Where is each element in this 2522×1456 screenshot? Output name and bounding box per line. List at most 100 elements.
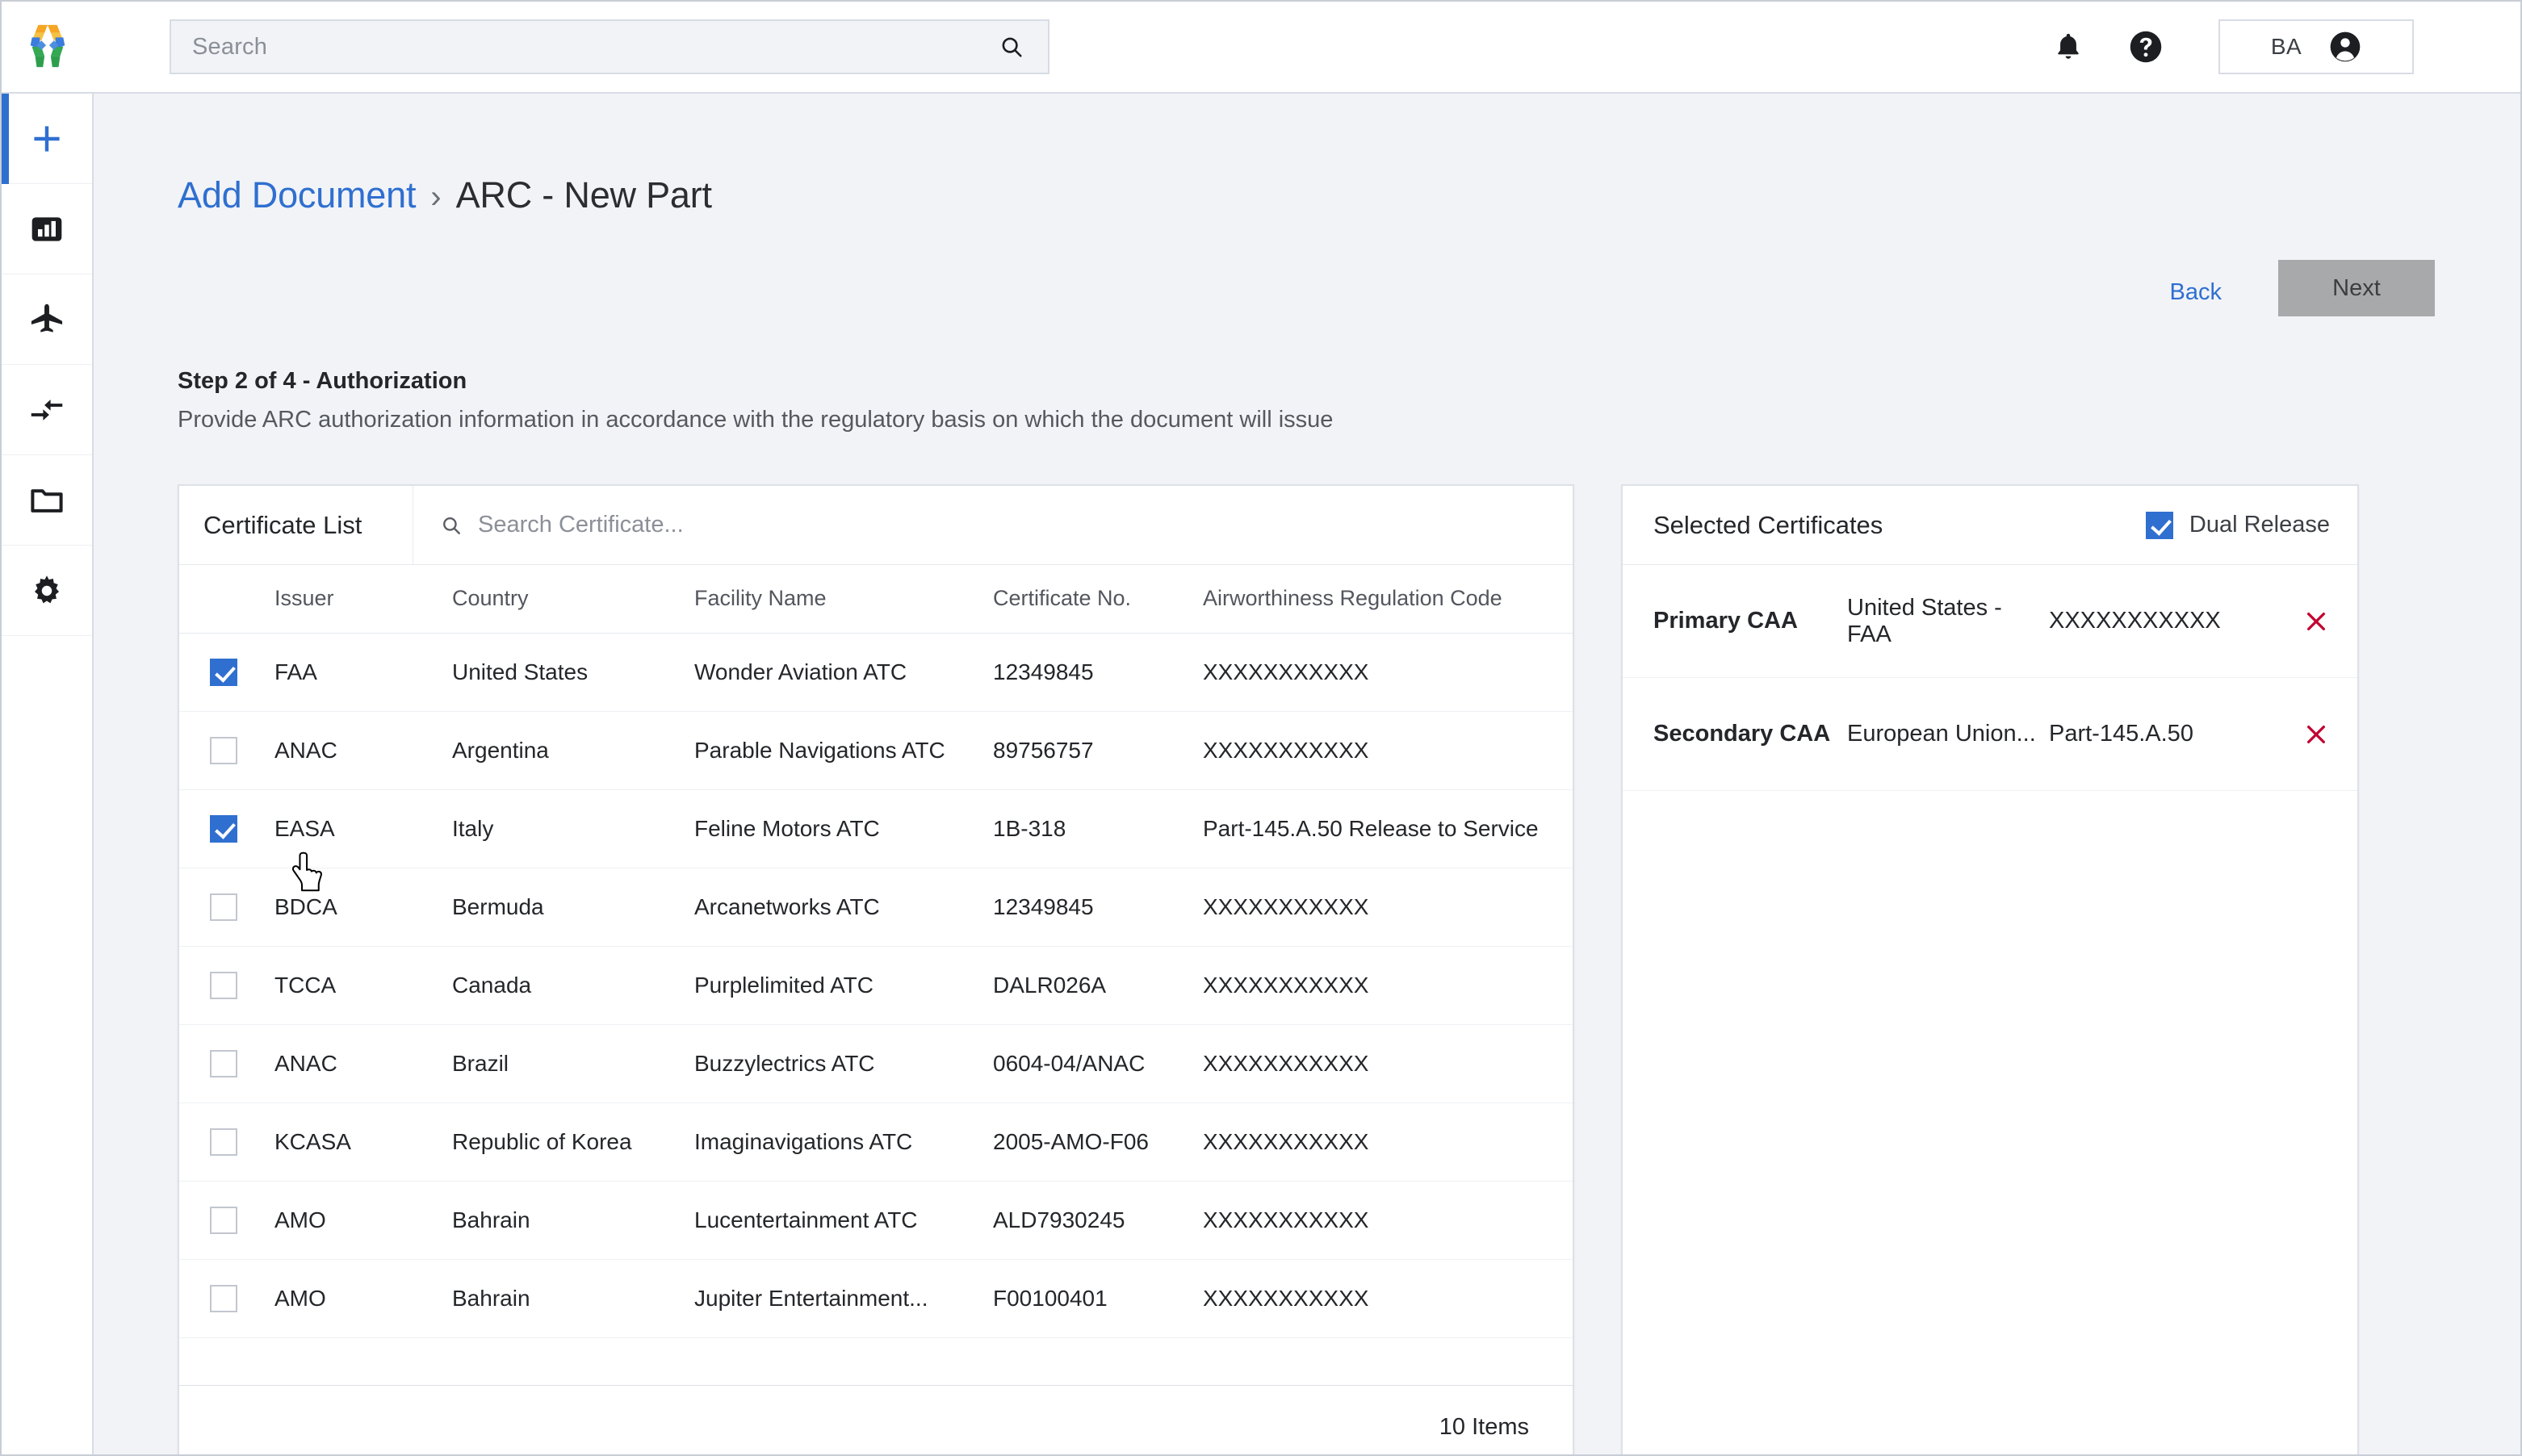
global-search[interactable]: Search xyxy=(170,19,1049,74)
row-checkbox[interactable] xyxy=(210,658,237,686)
notifications-button[interactable] xyxy=(2030,8,2107,86)
cell-facility-name: Parable Navigations ATC xyxy=(694,711,993,790)
user-menu[interactable]: BA xyxy=(2218,19,2414,74)
certificate-table: Issuer Country Facility Name Certificate… xyxy=(179,565,1573,1338)
row-checkbox[interactable] xyxy=(210,814,237,843)
table-row[interactable]: ANAC Brazil Buzzylectrics ATC 0604-04/ANAC X… xyxy=(179,1024,1573,1103)
cell-country: Bahrain xyxy=(452,1259,694,1338)
row-select-cell[interactable] xyxy=(179,1102,274,1182)
table-row[interactable]: BDCA Bermuda Arcanetworks ATC 12349845 XXXXX… xyxy=(179,868,1573,947)
cell-certificate-no: 1B-318 xyxy=(993,789,1203,868)
certificate-search-placeholder: Search Certificate... xyxy=(478,512,684,538)
breadcrumb: Add Document › ARC - New Part xyxy=(178,174,712,216)
plus-icon xyxy=(34,125,60,152)
remove-certificate-button[interactable] xyxy=(2299,605,2333,638)
back-button[interactable]: Back xyxy=(2170,279,2222,306)
column-airworthiness-regulation-code: Airworthiness Regulation Code xyxy=(1203,565,1573,634)
help-circle-icon xyxy=(2130,31,2162,63)
sidebar-item-dashboard[interactable] xyxy=(2,184,92,274)
cell-regulation-code: XXXXXXXXXXX xyxy=(1203,1259,1573,1338)
row-checkbox[interactable] xyxy=(210,1049,237,1077)
sidebar-item-transfers[interactable] xyxy=(2,365,92,455)
help-button[interactable] xyxy=(2107,8,2185,86)
cell-facility-name: Wonder Aviation ATC xyxy=(694,633,993,712)
certificate-search-input[interactable]: Search Certificate... xyxy=(413,486,1573,564)
row-select-cell[interactable] xyxy=(179,868,274,947)
breadcrumb-link-add-document[interactable]: Add Document xyxy=(178,174,416,216)
cell-issuer: KCASA xyxy=(274,1102,452,1182)
table-row[interactable]: TCCA Canada Purplelimited ATC DALR026A XXXXX… xyxy=(179,946,1573,1025)
cell-issuer: ANAC xyxy=(274,1024,452,1103)
cell-country: Bahrain xyxy=(452,1181,694,1260)
cell-facility-name: Feline Motors ATC xyxy=(694,789,993,868)
cell-facility-name: Imaginavigations ATC xyxy=(694,1102,993,1182)
selected-certificates-title: Selected Certificates xyxy=(1653,510,1883,539)
user-initials: BA xyxy=(2270,34,2302,59)
cell-certificate-no: 0604-04/ANAC xyxy=(993,1024,1203,1103)
cell-regulation-code: XXXXXXXXXXX xyxy=(1203,1024,1573,1103)
gear-icon xyxy=(34,575,60,603)
transfer-arrows-icon xyxy=(31,399,63,420)
sidebar-item-documents[interactable] xyxy=(2,455,92,546)
table-row[interactable]: EASA Italy Feline Motors ATC 1B-318 Part-145… xyxy=(179,789,1573,868)
row-select-cell[interactable] xyxy=(179,711,274,790)
cell-country: Republic of Korea xyxy=(452,1102,694,1182)
dual-release-toggle[interactable]: Dual Release xyxy=(2145,511,2330,539)
sidebar-item-settings[interactable] xyxy=(2,546,92,636)
dual-release-label: Dual Release xyxy=(2189,512,2330,538)
bell-icon xyxy=(2058,33,2079,59)
column-certificate-no: Certificate No. xyxy=(993,565,1203,634)
table-row[interactable]: AMO Bahrain Lucentertainment ATC ALD7930245… xyxy=(179,1181,1573,1260)
certificate-list-footer: 10 Items xyxy=(179,1385,1573,1454)
bar-chart-icon xyxy=(31,216,62,241)
caa-role: Primary CAA xyxy=(1653,608,1798,634)
row-checkbox[interactable] xyxy=(210,893,237,921)
row-checkbox[interactable] xyxy=(210,1284,237,1312)
left-sidebar xyxy=(2,94,94,1454)
table-row[interactable]: ANAC Argentina Parable Navigations ATC 8975… xyxy=(179,711,1573,790)
cell-certificate-no: 12349845 xyxy=(993,633,1203,712)
hexagon-logo-icon xyxy=(30,24,65,68)
sidebar-item-add[interactable] xyxy=(2,94,92,184)
caa-regulation-code: XXXXXXXXXXX xyxy=(2049,608,2221,634)
sidebar-item-aircraft[interactable] xyxy=(2,274,92,365)
airplane-icon xyxy=(31,303,63,333)
certificate-table-body: FAA United States Wonder Aviation ATC 12349… xyxy=(179,633,1573,1338)
cell-certificate-no: F00100401 xyxy=(993,1259,1203,1338)
row-select-cell[interactable] xyxy=(179,789,274,868)
item-count: 10 Items xyxy=(1439,1414,1529,1440)
table-row[interactable]: AMO Bahrain Jupiter Entertainment... F00100… xyxy=(179,1259,1573,1338)
row-checkbox[interactable] xyxy=(210,1206,237,1234)
cell-country: Argentina xyxy=(452,711,694,790)
app-logo[interactable] xyxy=(2,2,94,93)
step-title: Step 2 of 4 - Authorization xyxy=(178,368,467,394)
row-select-cell[interactable] xyxy=(179,1024,274,1103)
cell-country: United States xyxy=(452,633,694,712)
page-title: ARC - New Part xyxy=(455,174,712,215)
row-select-cell[interactable] xyxy=(179,1259,274,1338)
caa-authority: European Union... xyxy=(1847,721,2036,747)
caa-role: Secondary CAA xyxy=(1653,721,1831,747)
next-button[interactable]: Next xyxy=(2278,260,2435,316)
row-select-cell[interactable] xyxy=(179,946,274,1025)
row-checkbox[interactable] xyxy=(210,1128,237,1156)
column-facility-name: Facility Name xyxy=(694,565,993,634)
certificate-list-header: Certificate List Search Certificate... xyxy=(179,486,1573,565)
selected-certificate-row: Primary CAA United States - FAA XXXXXXXXXX… xyxy=(1623,565,2357,678)
cell-regulation-code: XXXXXXXXXXX xyxy=(1203,946,1573,1025)
row-checkbox[interactable] xyxy=(210,971,237,999)
user-avatar-icon xyxy=(2330,31,2361,62)
close-x-icon xyxy=(2307,725,2325,743)
cell-regulation-code: XXXXXXXXXXX xyxy=(1203,633,1573,712)
dual-release-checkbox[interactable] xyxy=(2145,511,2173,539)
table-row[interactable]: FAA United States Wonder Aviation ATC 12349… xyxy=(179,633,1573,712)
row-checkbox[interactable] xyxy=(210,736,237,764)
cell-regulation-code: XXXXXXXXXXX xyxy=(1203,1102,1573,1182)
app-root: Search BA Add Document › ARC - New Part … xyxy=(0,0,2522,1456)
search-icon[interactable] xyxy=(999,35,1024,59)
table-row[interactable]: KCASA Republic of Korea Imaginavigations A… xyxy=(179,1102,1573,1182)
remove-certificate-button[interactable] xyxy=(2299,718,2333,751)
main-content: Add Document › ARC - New Part Back Next … xyxy=(94,94,2520,1454)
row-select-cell[interactable] xyxy=(179,633,274,712)
row-select-cell[interactable] xyxy=(179,1181,274,1260)
